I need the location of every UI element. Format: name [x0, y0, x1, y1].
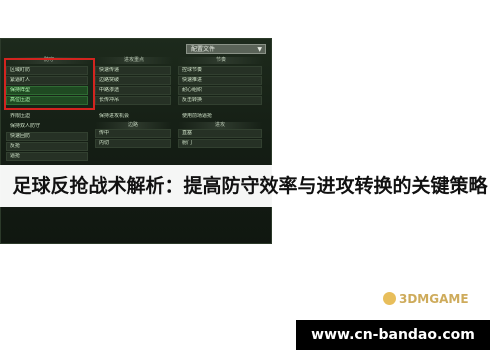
list-item[interactable]: 保持双人防守	[6, 122, 88, 131]
list-item[interactable]: 快速传递	[95, 66, 171, 75]
list-item[interactable]: 快速推进	[178, 76, 262, 85]
section-header: 边路	[95, 122, 171, 129]
list-item[interactable]: 界限压迫	[6, 112, 88, 121]
site-watermark: 3DMGAME	[383, 292, 469, 306]
list-item[interactable]: 直塞	[178, 129, 262, 138]
column-header-attack: 进攻重点	[95, 57, 173, 64]
logo-icon	[383, 292, 396, 305]
list-item[interactable]: 内切	[95, 139, 171, 148]
highlight-box	[4, 58, 95, 110]
section-header: 进攻	[178, 122, 262, 129]
list-item[interactable]: 使用前场逼抢	[178, 112, 262, 121]
list-item[interactable]: 射门	[178, 139, 262, 148]
list-item[interactable]: 中路渗透	[95, 86, 171, 95]
dropdown-value: 配置文件	[191, 46, 216, 53]
list-item[interactable]: 逼抢	[6, 152, 88, 161]
tempo-list: 控球节奏 快速推进 耐心组织 反击转换	[178, 66, 262, 106]
lower-middle-list: 保持进攻机会 边路 传中 内切	[95, 112, 171, 149]
chevron-down-icon: ▼	[257, 46, 262, 53]
article-title: 足球反抢战术解析：提高防守效率与进攻转换的关键策略	[12, 175, 488, 197]
list-item[interactable]: 耐心组织	[178, 86, 262, 95]
list-item[interactable]: 反击转换	[178, 96, 262, 105]
list-item[interactable]: 长传冲吊	[95, 96, 171, 105]
game-tactics-panel: 配置文件 ▼ 防守 进攻重点 节奏 区域盯防 紧逼盯人 保持阵型 高位压迫 快速…	[0, 38, 272, 244]
attack-list: 快速传递 边路突破 中路渗透 长传冲吊	[95, 66, 171, 106]
list-item[interactable]: 边路突破	[95, 76, 171, 85]
list-item[interactable]: 控球节奏	[178, 66, 262, 75]
lower-right-list: 使用前场逼抢 进攻 直塞 射门	[178, 112, 262, 149]
watermark-text: 3DMGAME	[399, 292, 469, 306]
column-header-tempo: 节奏	[178, 57, 264, 64]
list-item[interactable]: 反抢	[6, 142, 88, 151]
list-item[interactable]: 保持进攻机会	[95, 112, 171, 121]
list-item[interactable]: 快速回防	[6, 132, 88, 141]
site-url-label: www.cn-bandao.com	[296, 320, 490, 350]
defense-options-list: 界限压迫 保持双人防守 快速回防 反抢 逼抢	[6, 112, 88, 162]
profile-dropdown[interactable]: 配置文件 ▼	[186, 44, 266, 54]
list-item[interactable]: 传中	[95, 129, 171, 138]
